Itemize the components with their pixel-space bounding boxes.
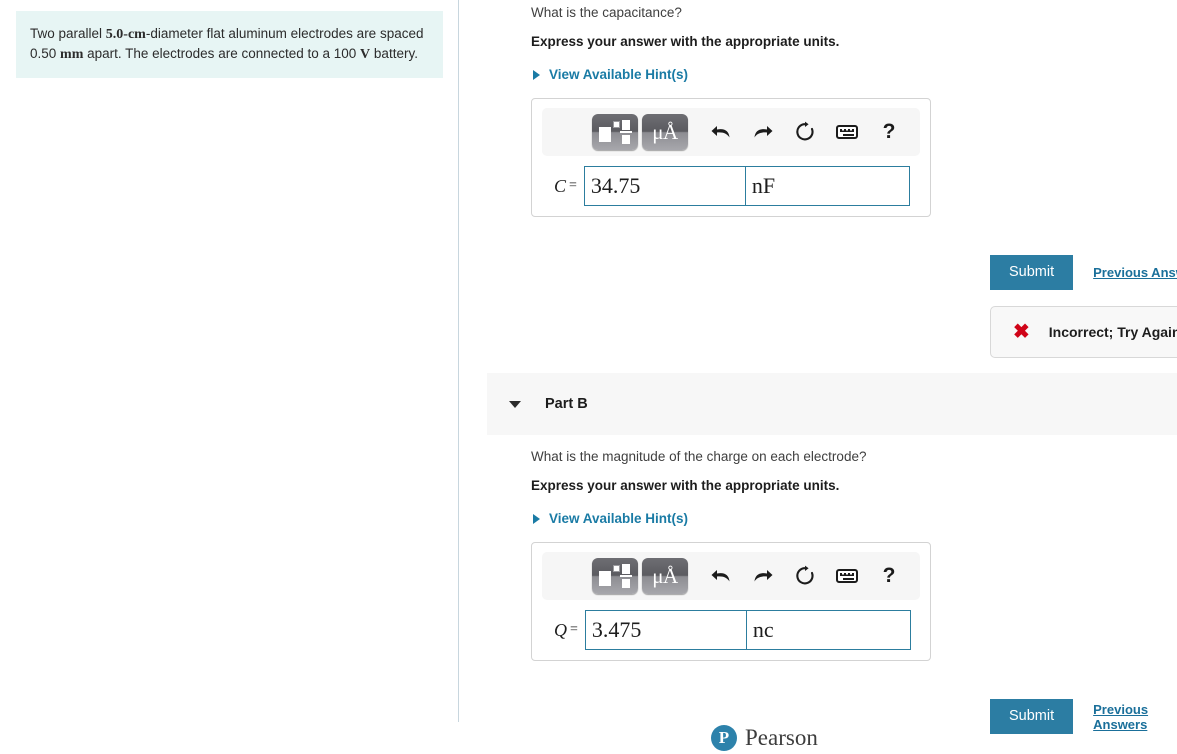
pearson-wordmark: Pearson: [745, 725, 818, 750]
part-b-actions: Submit Previous Answers: [990, 699, 1177, 734]
keyboard-button[interactable]: [826, 558, 868, 594]
part-b-hints-toggle[interactable]: View Available Hint(s): [533, 511, 688, 526]
micro-angstrom-icon: μÅ: [652, 563, 678, 588]
part-b-math-toolbar: μÅ ?: [542, 552, 920, 600]
redo-icon: [754, 126, 773, 138]
part-b-answer-row: Q = 3.475 nc: [542, 610, 920, 650]
part-a-hints-toggle[interactable]: View Available Hint(s): [533, 67, 688, 82]
problem-unit-mm: mm: [60, 47, 84, 62]
reset-button[interactable]: [784, 114, 826, 150]
chevron-right-icon: [533, 69, 540, 80]
part-a-feedback-text: Incorrect; Try Again; 5 attempts remaini…: [1048, 324, 1177, 340]
problem-text-part3: apart. The electrodes are connected to a…: [83, 46, 361, 61]
part-b-variable: Q: [554, 619, 567, 640]
undo-button[interactable]: [700, 114, 742, 150]
part-b-title: Part B: [545, 396, 588, 412]
part-a-value-input[interactable]: 34.75: [583, 166, 746, 206]
left-pane: Two parallel 5.0-cm-diameter flat alumin…: [0, 0, 459, 754]
part-a-submit-button[interactable]: Submit: [990, 255, 1074, 290]
undo-icon: [711, 570, 730, 582]
part-b-answer-box: μÅ ? Q = 3.475 nc: [531, 542, 931, 661]
part-a-actions: Submit Previous Answers: [990, 255, 1177, 290]
undo-button[interactable]: [700, 558, 742, 594]
problem-text-part1: Two parallel: [30, 26, 106, 41]
math-template-button[interactable]: [592, 558, 638, 594]
math-template-button[interactable]: [592, 114, 638, 150]
chevron-down-icon[interactable]: [509, 400, 521, 408]
part-b-question: What is the magnitude of the charge on e…: [531, 449, 867, 464]
part-b-value-input[interactable]: 3.475: [584, 610, 747, 650]
part-a-previous-answers-link[interactable]: Previous Answers: [1093, 265, 1177, 280]
page-root: Two parallel 5.0-cm-diameter flat alumin…: [0, 0, 1177, 754]
error-x-icon: ✖: [1013, 321, 1030, 343]
template-icon: [599, 564, 632, 588]
part-b-header[interactable]: Part B: [487, 373, 1177, 435]
reset-icon: [796, 565, 814, 585]
template-icon: [599, 120, 632, 144]
part-a-answer-row: C = 34.75 nF: [542, 166, 920, 206]
right-pane: What is the capacitance? Express your an…: [459, 0, 1177, 754]
part-a-units-input[interactable]: nF: [745, 166, 910, 206]
pearson-logo: P Pearson: [711, 725, 818, 751]
part-b-hints-label: View Available Hint(s): [549, 511, 689, 526]
redo-button[interactable]: [742, 114, 784, 150]
problem-unit-volt: V: [360, 47, 371, 62]
part-b-variable-label: Q =: [554, 610, 585, 650]
part-a-math-toolbar: μÅ ?: [542, 108, 920, 156]
problem-text-part4: battery.: [370, 46, 418, 61]
part-b-previous-answers-link[interactable]: Previous Answers: [1093, 702, 1177, 732]
help-button[interactable]: ?: [868, 558, 910, 594]
math-units-button[interactable]: μÅ: [642, 558, 688, 594]
redo-icon: [754, 570, 773, 582]
help-button[interactable]: ?: [868, 114, 910, 150]
keyboard-icon: [836, 125, 858, 139]
undo-icon: [711, 126, 730, 138]
part-a-equals: =: [569, 178, 577, 193]
reset-icon: [796, 121, 814, 141]
part-b-equals: =: [570, 622, 578, 637]
part-b-submit-button[interactable]: Submit: [990, 699, 1074, 734]
part-a-hints-label: View Available Hint(s): [549, 67, 689, 82]
keyboard-button[interactable]: [826, 114, 868, 150]
reset-button[interactable]: [784, 558, 826, 594]
problem-value-diameter: 5.0-cm: [105, 27, 146, 42]
redo-button[interactable]: [742, 558, 784, 594]
keyboard-icon: [836, 569, 858, 583]
part-a-variable: C: [554, 175, 567, 196]
part-a-question: What is the capacitance?: [531, 5, 682, 20]
problem-statement: Two parallel 5.0-cm-diameter flat alumin…: [16, 11, 443, 78]
part-b-units-input[interactable]: nc: [746, 610, 911, 650]
math-units-button[interactable]: μÅ: [642, 114, 688, 150]
micro-angstrom-icon: μÅ: [652, 119, 678, 144]
pearson-mark-icon: P: [711, 725, 737, 751]
part-a-feedback-banner: ✖ Incorrect; Try Again; 5 attempts remai…: [990, 306, 1177, 358]
part-a-answer-box: μÅ ? C = 34.75 nF: [531, 98, 931, 217]
part-b-express-instruction: Express your answer with the appropriate…: [531, 478, 840, 493]
chevron-right-icon: [533, 513, 540, 524]
part-a-variable-label: C =: [554, 166, 584, 206]
part-a-express-instruction: Express your answer with the appropriate…: [531, 34, 840, 49]
